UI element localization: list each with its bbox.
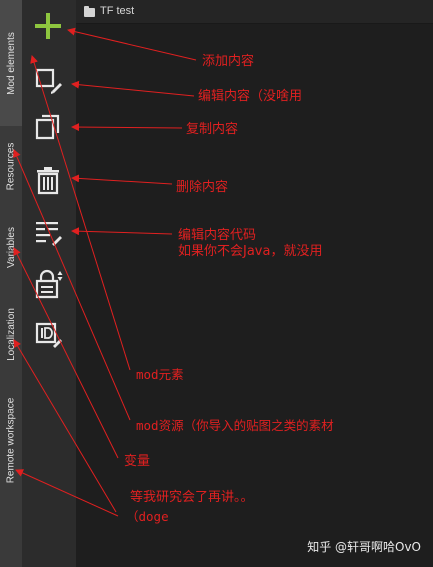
watermark: 知乎 @轩哥啊哈OvO <box>307 540 421 554</box>
element-toolbar <box>22 0 76 567</box>
tab-variables[interactable]: Variables <box>0 206 22 288</box>
tab-variables-label: Variables <box>5 226 17 268</box>
annotation-edit: 编辑内容（没啥用 <box>198 89 303 104</box>
side-tab-strip: Mod elements Resources Variables Localiz… <box>0 0 22 567</box>
code-edit-icon <box>36 222 62 246</box>
annotation-variables: 变量 <box>124 454 151 469</box>
annotation-duplicate: 复制内容 <box>186 122 239 137</box>
workspace-panel: TF test <box>76 0 433 567</box>
edit-element-button[interactable] <box>32 64 64 96</box>
id-edit-button[interactable] <box>32 318 64 350</box>
annotation-mod-elements: mod元素 <box>136 367 184 382</box>
annotation-code-line1: 编辑内容代码 <box>178 228 257 243</box>
tab-remote-workspace[interactable]: Remote workspace <box>0 380 22 500</box>
duplicate-element-button[interactable] <box>32 111 64 143</box>
annotation-remote-line2: （doge <box>126 509 169 524</box>
delete-element-button[interactable] <box>32 164 64 196</box>
edit-box-icon <box>35 68 62 94</box>
lock-element-button[interactable] <box>32 268 64 300</box>
tab-localization[interactable]: Localization <box>0 288 22 380</box>
tab-localization-label: Localization <box>5 307 17 361</box>
tab-resources-label: Resources <box>5 142 17 190</box>
annotation-resources: mod资源（你导入的贴图之类的素材 <box>136 418 334 433</box>
annotation-delete: 删除内容 <box>176 180 229 195</box>
id-edit-icon <box>35 322 62 348</box>
folder-icon <box>84 6 95 17</box>
annotation-remote-line1: 等我研究会了再讲。。 <box>130 490 254 505</box>
add-element-button[interactable] <box>32 10 64 42</box>
duplicate-icon <box>35 114 60 140</box>
edit-code-button[interactable] <box>32 216 64 248</box>
tab-mod-elements-label: Mod elements <box>5 31 17 95</box>
annotation-add: 添加内容 <box>202 54 255 69</box>
annotation-code-line2: 如果你不会Java，就没用 <box>178 244 323 259</box>
tab-remote-workspace-label: Remote workspace <box>5 397 17 483</box>
trash-icon <box>37 167 59 195</box>
workspace-title: TF test <box>100 5 135 17</box>
plus-icon <box>35 13 61 39</box>
tab-mod-elements[interactable]: Mod elements <box>0 0 22 126</box>
lock-icon <box>35 269 63 299</box>
workspace-titlebar: TF test <box>76 0 433 24</box>
tab-resources[interactable]: Resources <box>0 126 22 206</box>
